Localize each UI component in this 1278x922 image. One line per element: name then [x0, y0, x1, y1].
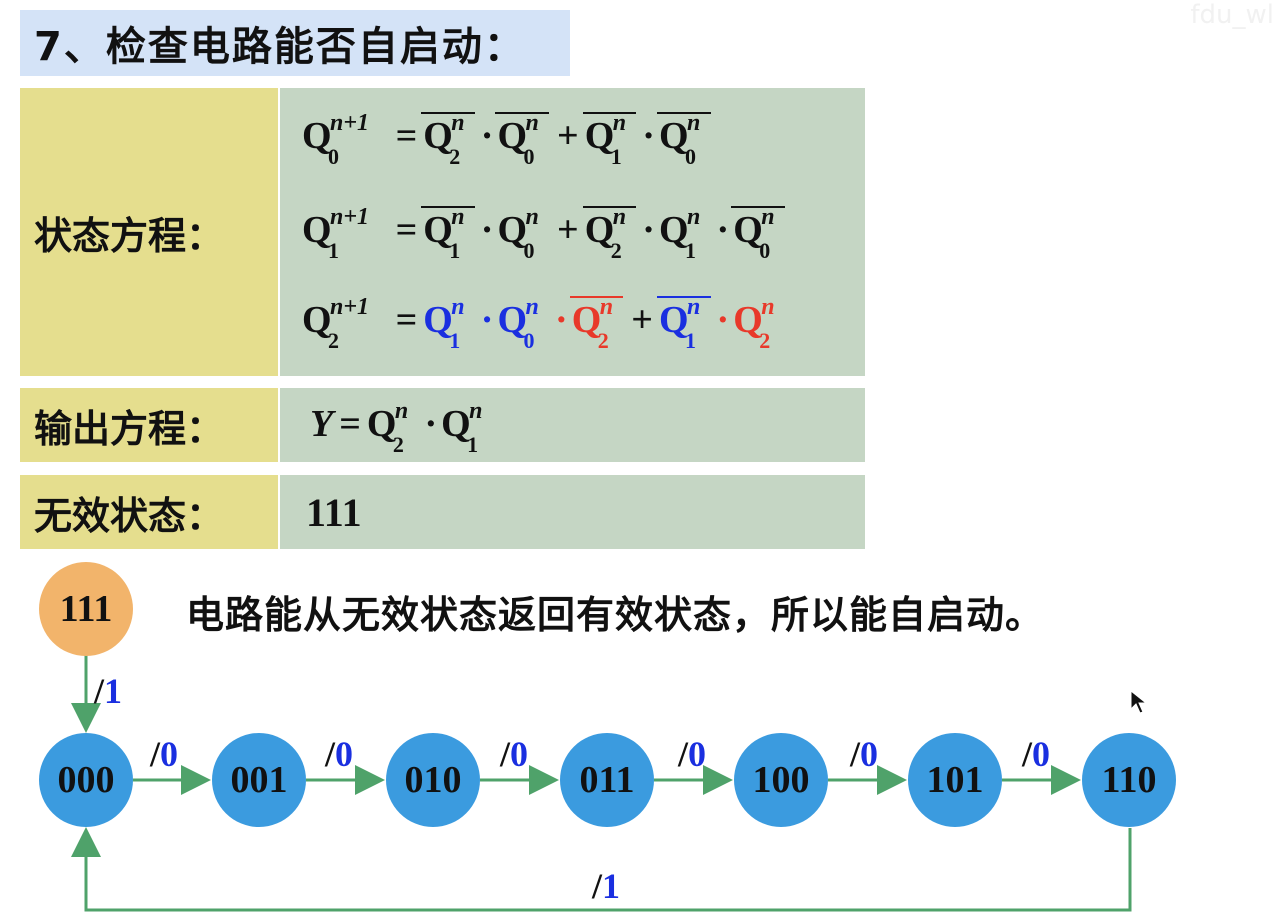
edge-label-010-011: /0 — [500, 734, 529, 774]
state-node-101: 101 — [908, 733, 1002, 827]
state-node-001: 001 — [212, 733, 306, 827]
state-node-invalid: 111 — [39, 562, 133, 656]
edge-label-011-100: /0 — [678, 734, 707, 774]
mouse-cursor-icon — [1130, 690, 1148, 714]
state-node-010: 010 — [386, 733, 480, 827]
state-node-011: 011 — [560, 733, 654, 827]
state-node-000: 000 — [39, 733, 133, 827]
edge-label-101-110: /0 — [1022, 734, 1051, 774]
state-node-110: 110 — [1082, 733, 1176, 827]
edge-label-001-010: /0 — [325, 734, 354, 774]
edge-label-000-001: /0 — [150, 734, 179, 774]
state-node-100: 100 — [734, 733, 828, 827]
edge-label-100-101: /0 — [850, 734, 879, 774]
edge-label-return: /1 — [592, 866, 621, 906]
edge-label-invalid: /1 — [94, 671, 123, 711]
